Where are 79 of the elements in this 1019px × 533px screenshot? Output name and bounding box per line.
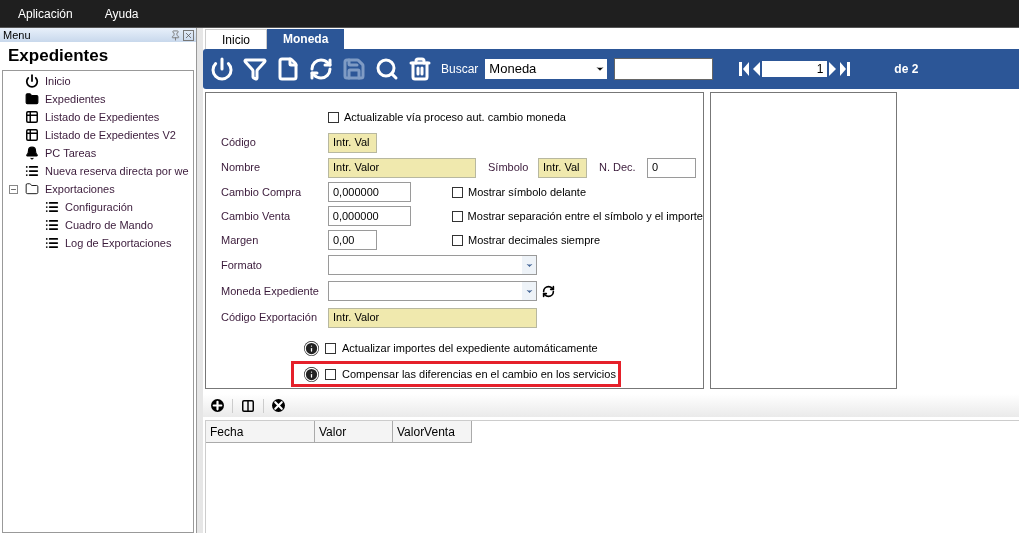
checkbox-label: Mostrar decimales siempre xyxy=(468,232,601,248)
caret-icon[interactable] xyxy=(595,64,606,74)
search-select[interactable]: Moneda xyxy=(485,59,608,79)
delete-icon[interactable] xyxy=(272,399,285,412)
close-icon[interactable] xyxy=(183,29,194,41)
text-field[interactable]: 0 xyxy=(647,157,696,178)
dropdown[interactable] xyxy=(328,255,537,275)
tree-item[interactable]: Exportaciones xyxy=(45,180,115,198)
text-field[interactable]: Intr. Val xyxy=(328,132,377,153)
checkbox[interactable] xyxy=(325,368,336,380)
checkbox-label: Mostrar símbolo delante xyxy=(468,184,586,200)
checkbox[interactable] xyxy=(452,186,463,198)
bell-icon xyxy=(25,146,39,160)
expand-toggle[interactable] xyxy=(9,184,18,194)
text-field[interactable]: 0,00 xyxy=(328,230,377,250)
menu-item[interactable]: Aplicación xyxy=(10,4,81,23)
tree-item[interactable]: Nueva reserva directa por we xyxy=(45,162,189,180)
tab[interactable]: Inicio xyxy=(205,29,267,49)
tree-item[interactable]: Listado de Expedientes xyxy=(45,108,160,126)
column-header[interactable]: Fecha xyxy=(206,421,315,443)
text-field[interactable]: 0,000000 xyxy=(327,206,411,226)
table-icon xyxy=(25,128,39,142)
field-label: Cambio Compra xyxy=(221,184,303,200)
field-label: Nombre xyxy=(221,160,262,176)
info-icon[interactable] xyxy=(304,366,319,382)
list-icon xyxy=(45,236,59,250)
table-icon xyxy=(25,110,39,124)
power-button[interactable] xyxy=(209,55,235,83)
checkbox-label: Actualizable vía proceso aut. cambio moneda xyxy=(344,110,566,126)
info-icon[interactable] xyxy=(304,340,319,356)
first-page-icon[interactable] xyxy=(738,61,751,77)
field-label: Cambio Venta xyxy=(221,208,292,224)
search-field[interactable] xyxy=(614,58,714,80)
folder-icon xyxy=(25,182,39,196)
folder-icon xyxy=(25,92,39,106)
last-page-icon[interactable] xyxy=(839,61,852,77)
tree-item[interactable]: PC Tareas xyxy=(45,144,97,162)
text-field[interactable]: Intr. Valor xyxy=(328,307,537,328)
text-field[interactable]: Intr. Val xyxy=(538,157,587,178)
checkbox[interactable] xyxy=(328,112,339,123)
checkbox-label: Actualizar importes del expediente automáticamente xyxy=(342,340,598,356)
checkbox[interactable] xyxy=(451,210,463,222)
checkbox-label: Compensar las diferencias en el cambio en los servicios xyxy=(342,366,616,382)
checkbox[interactable] xyxy=(325,342,336,354)
checkbox-label: Mostrar separación entre el símbolo y el importe xyxy=(467,208,703,224)
tree-item[interactable]: Inicio xyxy=(45,72,71,90)
text-field[interactable]: Intr. Valor xyxy=(328,157,476,178)
list-icon xyxy=(25,164,39,178)
field-label: Formato xyxy=(221,257,263,273)
menu-item[interactable]: Ayuda xyxy=(96,4,147,23)
field-label: N. Dec. xyxy=(599,160,637,176)
panel-title: Menu xyxy=(3,29,31,41)
columns-icon[interactable] xyxy=(241,398,255,413)
field-label: Moneda Expediente xyxy=(221,283,320,299)
pin-icon[interactable] xyxy=(170,29,181,41)
field-label: Código xyxy=(221,135,257,151)
refresh-icon[interactable] xyxy=(542,284,555,298)
field-label: Código Exportación xyxy=(221,310,318,326)
tree-item[interactable]: Cuadro de Mando xyxy=(65,216,154,234)
section-title: Expedientes xyxy=(8,45,109,68)
column-header[interactable]: ValorVenta xyxy=(393,421,472,443)
list-icon xyxy=(45,218,59,232)
column-header[interactable]: Valor xyxy=(315,421,393,443)
tree-item[interactable]: Log de Exportaciones xyxy=(65,234,172,252)
trash-button[interactable] xyxy=(407,55,433,83)
field-label: Margen xyxy=(221,232,260,248)
add-icon[interactable] xyxy=(211,399,224,412)
power-icon xyxy=(25,74,39,88)
checkbox[interactable] xyxy=(452,234,463,246)
text-field[interactable]: 0,000000 xyxy=(328,182,411,202)
page-total: de 2 xyxy=(894,61,919,78)
tree-item[interactable]: Expedientes xyxy=(45,90,106,108)
search-label: Buscar xyxy=(441,61,479,78)
field-label: Símbolo xyxy=(488,160,530,176)
tree-item[interactable]: Listado de Expedientes V2 xyxy=(45,126,176,144)
dropdown[interactable] xyxy=(328,281,537,301)
tree-item[interactable]: Configuración xyxy=(65,198,133,216)
tab[interactable]: Moneda xyxy=(267,29,345,49)
list-icon xyxy=(45,200,59,214)
